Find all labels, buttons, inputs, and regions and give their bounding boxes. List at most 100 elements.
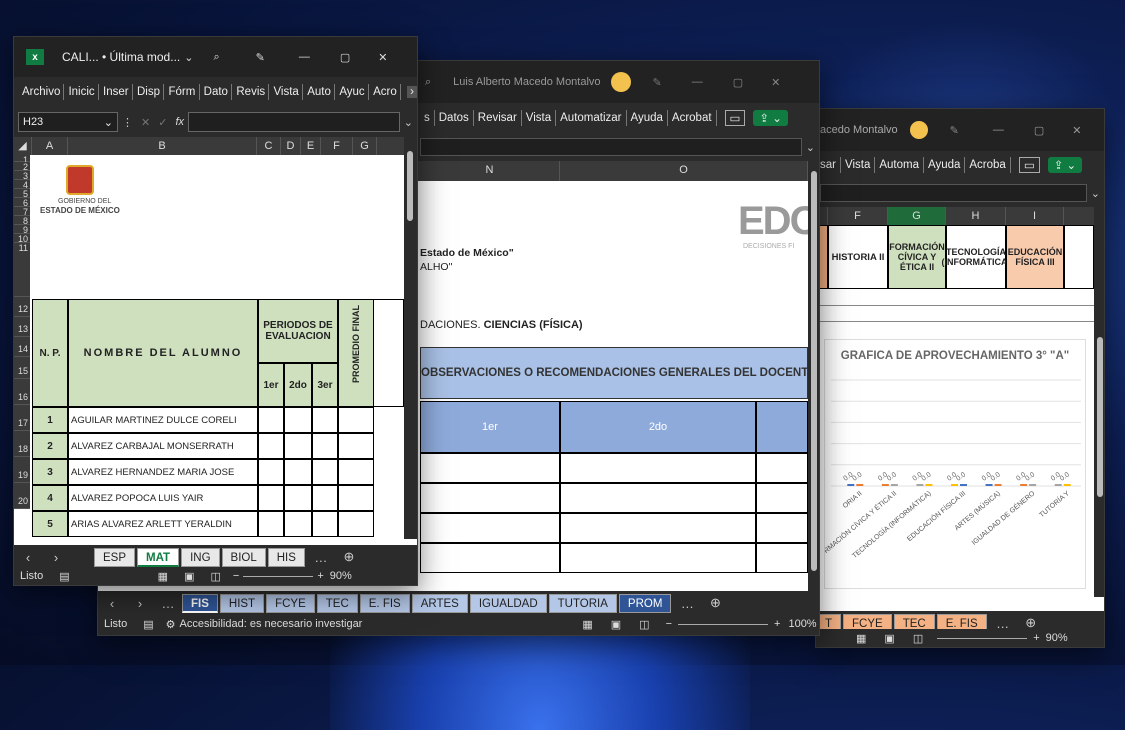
chart-bar[interactable] bbox=[1020, 484, 1028, 486]
chevron-down-icon[interactable]: ⌄ bbox=[104, 116, 113, 129]
column-header[interactable]: H bbox=[946, 207, 1006, 225]
row-header[interactable]: 5 bbox=[14, 189, 30, 199]
row-header[interactable]: 6 bbox=[14, 198, 30, 208]
column-header[interactable]: B bbox=[68, 137, 257, 155]
zoom-in-icon[interactable]: + bbox=[317, 570, 323, 582]
accessibility-icon[interactable]: ⚙ bbox=[166, 618, 176, 631]
row-header[interactable]: 19 bbox=[14, 457, 30, 483]
page-layout-icon[interactable]: ▣ bbox=[184, 570, 194, 583]
sheet-tab[interactable]: TEC bbox=[316, 593, 358, 613]
column-header[interactable]: C bbox=[257, 137, 281, 155]
sheet-tab[interactable]: E. FIS bbox=[359, 593, 410, 613]
zoom-in-icon[interactable]: + bbox=[774, 618, 780, 630]
grade-cell[interactable] bbox=[258, 511, 284, 537]
expand-formula-icon[interactable]: ⌄ bbox=[404, 116, 413, 129]
ribbon-tab[interactable]: Acrobat bbox=[668, 110, 717, 126]
pen-icon[interactable]: ✎ bbox=[950, 124, 959, 137]
sheet-tab[interactable]: IGUALDAD bbox=[469, 593, 547, 613]
ribbon-tab[interactable]: Automa bbox=[875, 157, 924, 173]
formula-input[interactable] bbox=[820, 184, 1087, 202]
sheet-tab[interactable]: PROM bbox=[618, 593, 672, 613]
average-cell[interactable] bbox=[338, 407, 374, 433]
ribbon-tab[interactable]: s bbox=[420, 110, 435, 126]
zoom-level[interactable]: 90% bbox=[330, 570, 352, 582]
more-sheets-icon[interactable]: … bbox=[673, 596, 701, 611]
next-sheet-icon[interactable]: › bbox=[42, 550, 70, 565]
formula-input[interactable] bbox=[420, 138, 802, 156]
column-header[interactable]: G bbox=[353, 137, 377, 155]
zoom-slider[interactable] bbox=[243, 575, 314, 577]
page-break-icon[interactable]: ◫ bbox=[210, 570, 220, 583]
zoom-slider[interactable] bbox=[678, 623, 769, 625]
comments-icon[interactable]: ▭ bbox=[724, 110, 746, 126]
row-header[interactable]: 12 bbox=[14, 297, 30, 317]
minimize-icon[interactable]: — bbox=[993, 124, 1004, 136]
grade-cell[interactable] bbox=[312, 511, 338, 537]
zoom-slider[interactable] bbox=[937, 637, 1028, 639]
window-title[interactable]: CALI... • Última mod... bbox=[62, 50, 180, 64]
column-header[interactable]: N bbox=[420, 161, 560, 181]
grade-cell[interactable] bbox=[258, 407, 284, 433]
chart-bar[interactable] bbox=[925, 484, 933, 486]
grade-cell[interactable] bbox=[284, 511, 312, 537]
cancel-icon[interactable]: ✕ bbox=[141, 116, 150, 129]
maximize-icon[interactable]: ▢ bbox=[733, 76, 743, 89]
row-header[interactable]: 14 bbox=[14, 337, 30, 357]
page-layout-icon[interactable]: ▣ bbox=[611, 618, 621, 631]
chart-area[interactable]: GRAFICA DE APROVECHAMIENTO 3° "A" 0.0 0.0… bbox=[824, 339, 1086, 589]
zoom-level[interactable]: 100% bbox=[788, 618, 816, 630]
formula-input[interactable] bbox=[188, 112, 400, 132]
chart-bar[interactable] bbox=[1029, 484, 1037, 486]
confirm-icon[interactable]: ✓ bbox=[158, 116, 167, 129]
row-header[interactable]: 4 bbox=[14, 180, 30, 190]
share-button[interactable]: ⇪ ⌄ bbox=[1047, 157, 1083, 173]
zoom-out-icon[interactable]: − bbox=[233, 570, 239, 582]
column-header[interactable]: O bbox=[560, 161, 808, 181]
close-icon[interactable]: ✕ bbox=[378, 51, 387, 64]
close-icon[interactable]: ✕ bbox=[771, 76, 780, 89]
column-header[interactable]: D bbox=[281, 137, 301, 155]
row-header[interactable]: 18 bbox=[14, 431, 30, 457]
user-avatar[interactable] bbox=[909, 121, 928, 139]
scroll-thumb[interactable] bbox=[407, 151, 413, 221]
page-break-icon[interactable]: ◫ bbox=[913, 632, 923, 645]
column-header[interactable]: F bbox=[828, 207, 888, 225]
column-header[interactable]: I bbox=[1006, 207, 1064, 225]
vertical-scrollbar[interactable] bbox=[808, 161, 819, 591]
vertical-scrollbar[interactable] bbox=[1094, 207, 1104, 597]
normal-view-icon[interactable]: ▦ bbox=[856, 632, 866, 645]
row-header[interactable]: 1 bbox=[14, 155, 30, 165]
grade-cell[interactable] bbox=[284, 407, 312, 433]
ribbon-tab[interactable]: Acroba bbox=[965, 157, 1011, 173]
search-icon[interactable]: ⌕ bbox=[213, 51, 219, 64]
column-header[interactable]: A bbox=[32, 137, 68, 155]
grade-cell[interactable] bbox=[258, 433, 284, 459]
page-break-icon[interactable]: ◫ bbox=[639, 618, 649, 631]
ribbon-tab[interactable]: Revisar bbox=[474, 110, 522, 126]
maximize-icon[interactable]: ▢ bbox=[340, 51, 350, 64]
add-sheet-icon[interactable]: ⊕ bbox=[701, 595, 729, 611]
next-sheet-icon[interactable]: › bbox=[126, 596, 154, 611]
row-header[interactable]: 3 bbox=[14, 171, 30, 181]
normal-view-icon[interactable]: ▦ bbox=[582, 618, 592, 631]
ribbon-tab[interactable]: Automatizar bbox=[556, 110, 627, 126]
ribbon-tab[interactable]: Vista bbox=[269, 84, 304, 100]
sheet-grid[interactable]: Estado de México" ALHO" EDO DECISIONES F… bbox=[420, 181, 819, 591]
row-header[interactable]: 11 bbox=[14, 243, 30, 297]
grade-cell[interactable] bbox=[284, 459, 312, 485]
grade-cell[interactable] bbox=[312, 485, 338, 511]
chart-bar[interactable] bbox=[994, 484, 1002, 486]
ribbon-tab[interactable]: Revis bbox=[232, 84, 270, 100]
normal-view-icon[interactable]: ▦ bbox=[158, 570, 168, 583]
average-cell[interactable] bbox=[338, 459, 374, 485]
accessibility-status[interactable]: Accesibilidad: es necesario investigar bbox=[180, 618, 363, 630]
ribbon-tab[interactable]: Acro bbox=[369, 84, 402, 100]
function-icon[interactable]: fx bbox=[175, 116, 184, 128]
ribbon-tab[interactable]: Datos bbox=[435, 110, 474, 126]
row-header[interactable]: 13 bbox=[14, 317, 30, 337]
chart-bar[interactable] bbox=[847, 484, 855, 486]
scroll-thumb[interactable] bbox=[1097, 337, 1103, 497]
average-cell[interactable] bbox=[338, 511, 374, 537]
sheet-tab-active[interactable]: MAT bbox=[137, 547, 180, 567]
chart-bar[interactable] bbox=[1063, 484, 1071, 486]
